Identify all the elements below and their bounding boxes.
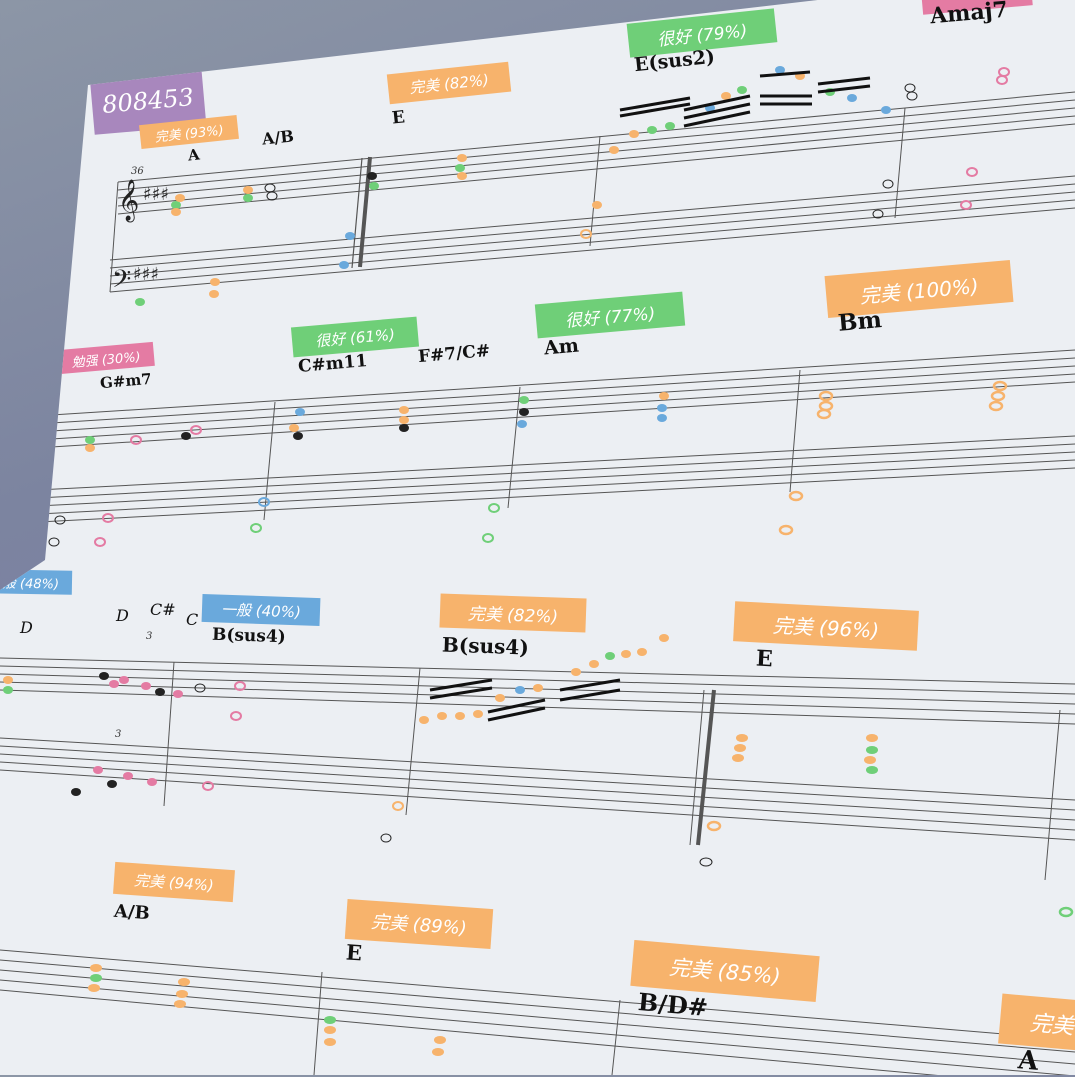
chord-symbol: D (20, 618, 33, 637)
chord-symbol: E (390, 107, 406, 129)
chord-symbol: C# (150, 600, 176, 619)
svg-text:♯♯♯: ♯♯♯ (25, 499, 51, 520)
match-badge: 完美 (82%) (439, 593, 587, 633)
staff-lines: 𝄞 𝄢 𝄞 𝄢 ♯♯♯ ♯♯♯ ♯♯♯ ♯♯♯ 3 3 (0, 66, 1075, 1075)
score-sheet: 𝄞 𝄢 𝄞 𝄢 ♯♯♯ ♯♯♯ ♯♯♯ ♯♯♯ 3 3 808453 36 41… (0, 0, 1075, 1075)
chord-symbol: E (345, 939, 363, 966)
svg-text:♯♯♯: ♯♯♯ (30, 424, 56, 445)
chord-symbol: B(sus4) (441, 632, 530, 660)
chord-symbol: E (755, 645, 774, 673)
match-badge: 般 (48%) (0, 569, 73, 595)
treble-clef-icon: 𝄞 (118, 179, 139, 222)
chord-symbol: A/B (261, 126, 295, 149)
svg-text:3: 3 (115, 729, 121, 740)
chord-symbol: Am (543, 334, 580, 360)
chord-symbol: B(sus4) (211, 624, 287, 648)
measure-number: 36 (131, 166, 144, 177)
bass-clef-icon: 𝄢 (112, 265, 131, 300)
measure-number: 41 (20, 391, 33, 402)
chord-symbol: C (186, 610, 199, 629)
svg-text:𝄢: 𝄢 (4, 493, 23, 528)
svg-text:𝄞: 𝄞 (8, 419, 29, 462)
chord-symbol: B/D# (636, 987, 710, 1022)
match-badge: 一般 (40%) (201, 593, 321, 627)
svg-text:3: 3 (146, 631, 152, 642)
chord-symbol: A/B (113, 900, 151, 925)
chord-symbol: Bm (836, 306, 883, 337)
chord-symbol: D (116, 606, 129, 625)
chord-symbol: A (1016, 1045, 1040, 1077)
svg-text:♯♯♯: ♯♯♯ (133, 264, 159, 285)
svg-text:♯♯♯: ♯♯♯ (143, 184, 169, 205)
chord-symbol: A (187, 145, 201, 165)
